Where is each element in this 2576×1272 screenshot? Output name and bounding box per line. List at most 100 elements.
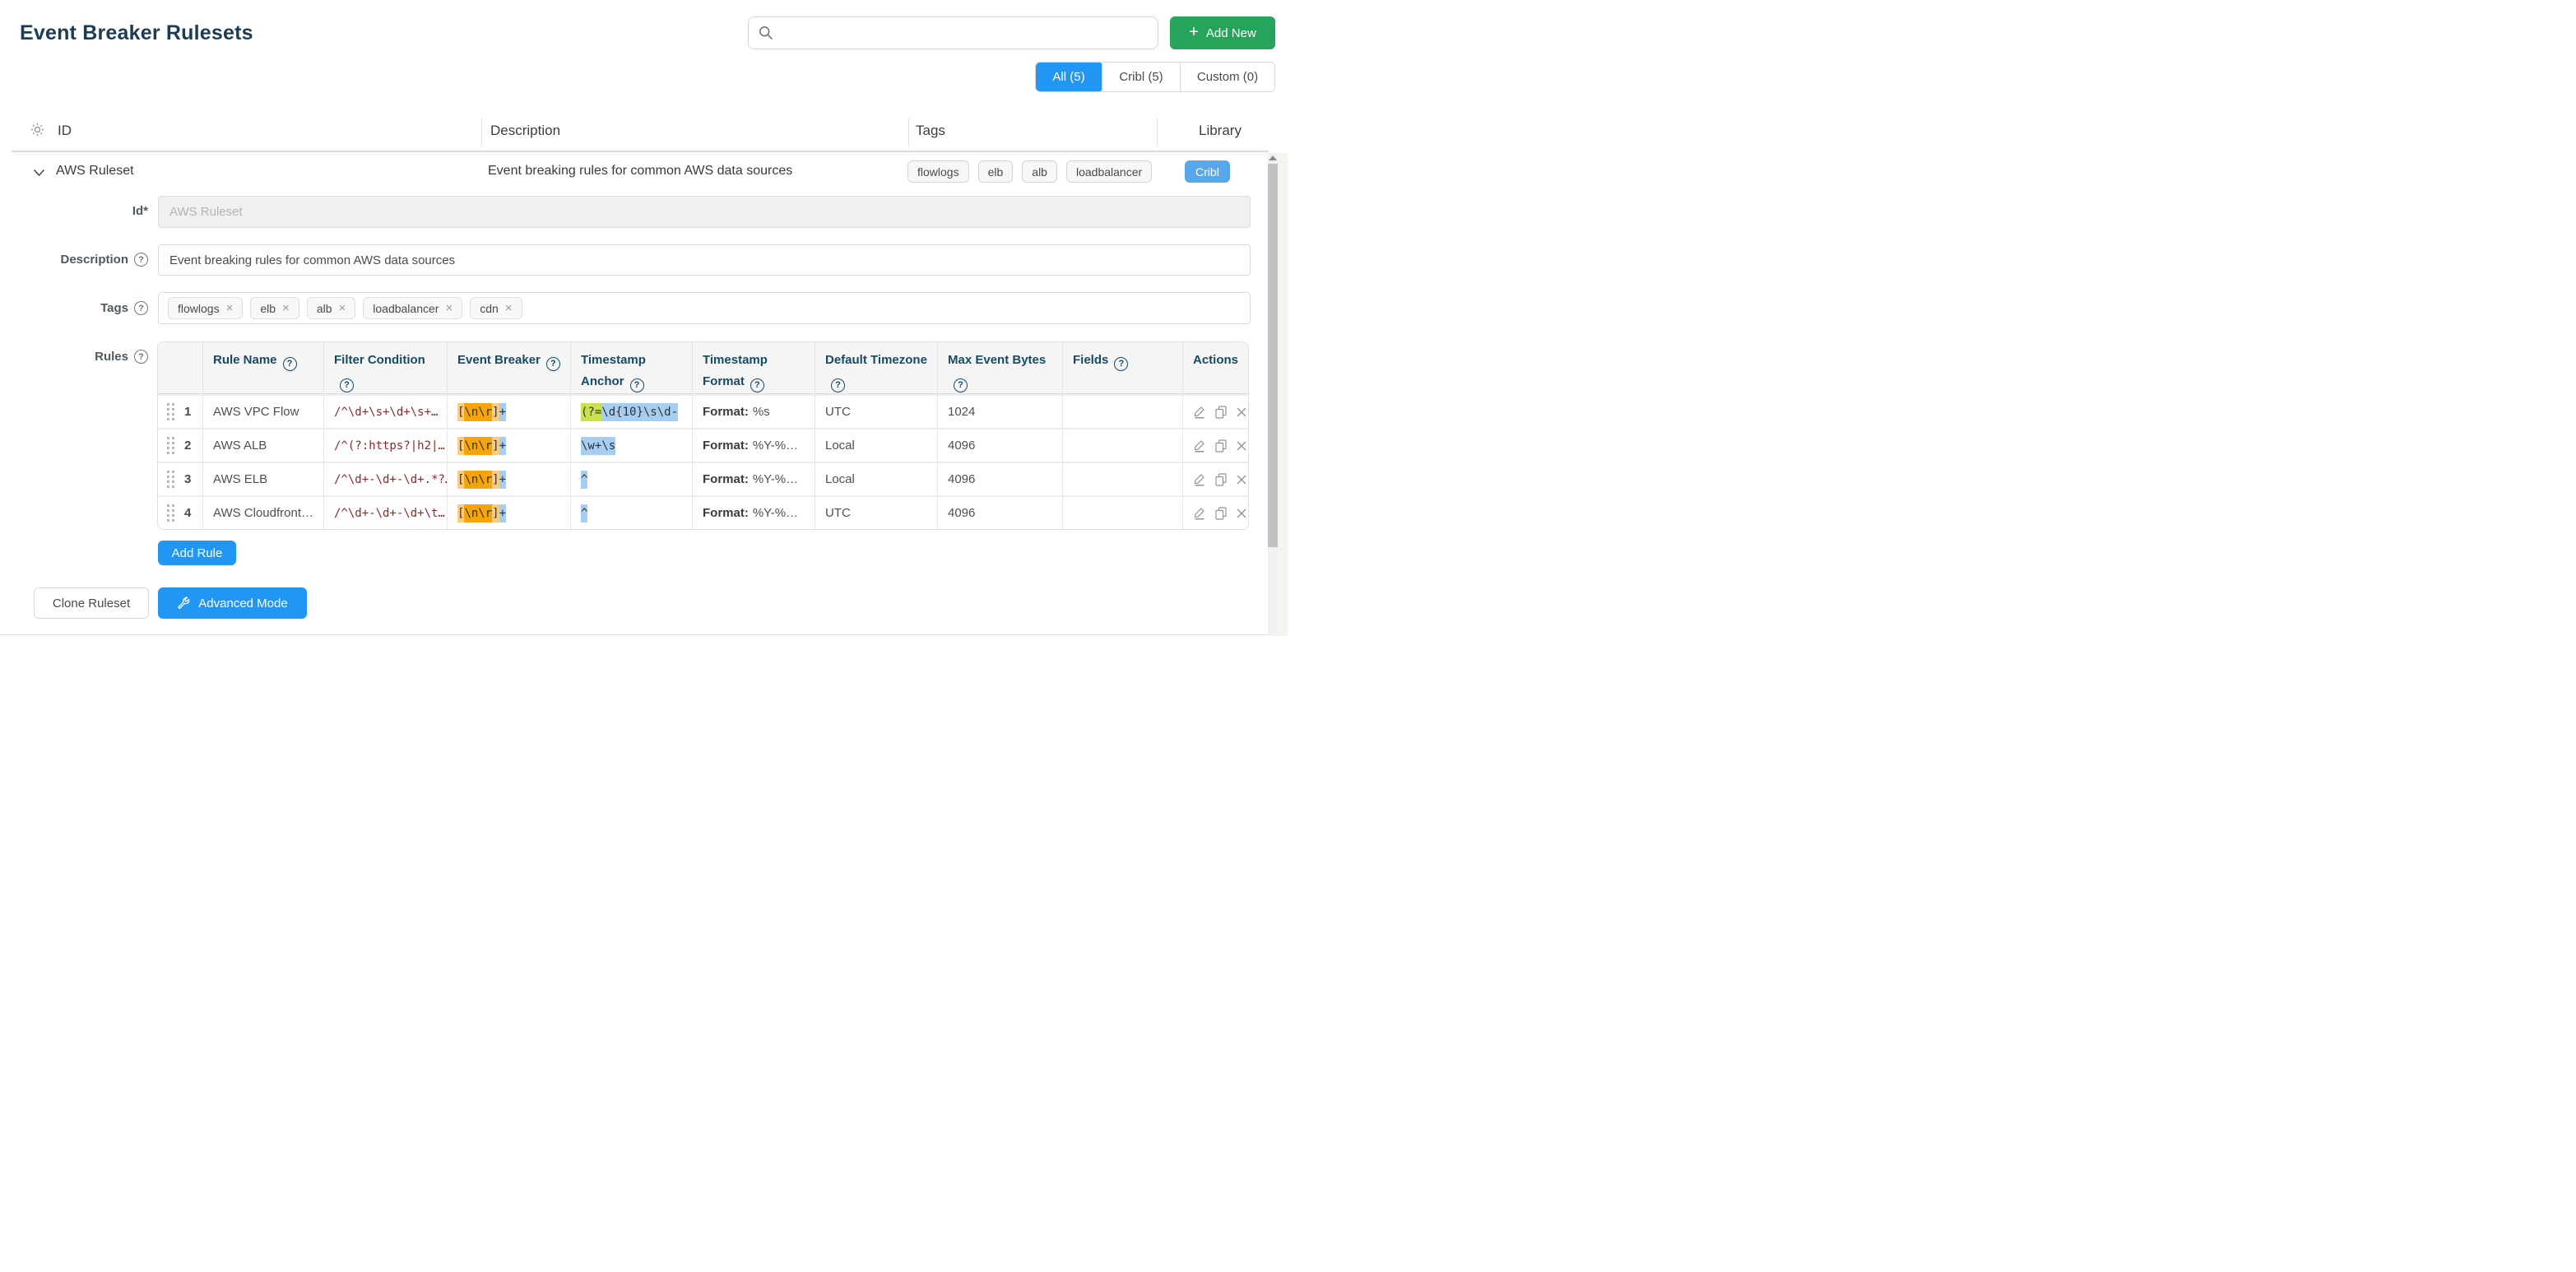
column-header-tags[interactable]: Tags — [916, 123, 945, 139]
edit-icon[interactable] — [1193, 439, 1206, 453]
copy-icon[interactable] — [1214, 507, 1228, 520]
add-new-button[interactable]: + Add New — [1170, 16, 1275, 49]
rules-table: Rule Name?Filter Condition?Event Breaker… — [157, 341, 1249, 530]
search-box[interactable] — [748, 16, 1158, 49]
regex-token: \n\r — [464, 403, 492, 421]
copy-icon[interactable] — [1214, 473, 1228, 486]
remove-tag-icon[interactable]: × — [339, 301, 346, 315]
delete-icon[interactable] — [1236, 474, 1247, 485]
id-label-row: Id* — [0, 204, 148, 218]
delete-icon[interactable] — [1236, 440, 1247, 452]
tags-label: Tags — [100, 301, 128, 315]
column-header-id[interactable]: ID — [58, 123, 72, 139]
help-icon[interactable]: ? — [546, 357, 560, 371]
rules-column-header: Actions — [1183, 342, 1248, 394]
fields-cell — [1063, 394, 1183, 428]
drag-handle-icon[interactable] — [166, 504, 175, 522]
clone-ruleset-button[interactable]: Clone Ruleset — [34, 587, 149, 619]
edit-icon[interactable] — [1193, 405, 1206, 419]
tab-all[interactable]: All (5) — [1035, 62, 1102, 92]
rule-row-number: 4 — [184, 506, 191, 520]
tag-chip: elb× — [250, 297, 299, 319]
gear-icon[interactable] — [30, 122, 45, 142]
tab-custom[interactable]: Custom (0) — [1180, 63, 1274, 91]
search-icon — [759, 26, 773, 40]
event-breaker-cell: [\n\r]+ — [448, 394, 571, 428]
description-field[interactable] — [158, 244, 1251, 276]
remove-tag-icon[interactable]: × — [445, 301, 453, 315]
rules-column-header: Timestamp Format? — [693, 342, 815, 394]
rules-label: Rules — [95, 350, 128, 364]
tag-chip: flowlogs — [907, 160, 969, 183]
tag-chip: alb — [1022, 160, 1057, 183]
default-timezone-cell: Local — [815, 428, 938, 462]
filter-condition-cell: /^\d+-\d+-\d+\t… — [324, 495, 448, 529]
column-header-description[interactable]: Description — [490, 123, 560, 139]
ruleset-description: Event breaking rules for common AWS data… — [488, 164, 792, 179]
help-icon[interactable]: ? — [630, 378, 644, 392]
rules-column-label: Rule Name — [213, 353, 277, 367]
regex-token: \w+\s — [581, 437, 615, 455]
timestamp-anchor-cell: \w+\s — [571, 428, 693, 462]
help-icon[interactable]: ? — [1114, 357, 1128, 371]
filter-regex: /^(?:https?|h2|… — [334, 439, 445, 453]
tag-label: loadbalancer — [1076, 165, 1142, 179]
event-breaker-cell: [\n\r]+ — [448, 428, 571, 462]
help-icon[interactable]: ? — [134, 301, 148, 315]
page-title: Event Breaker Rulesets — [20, 21, 253, 45]
rule-row-handle-cell: 1 — [158, 394, 203, 428]
help-icon[interactable]: ? — [340, 378, 354, 392]
id-input — [159, 197, 1250, 227]
regex-token: [ — [457, 504, 464, 522]
remove-tag-icon[interactable]: × — [226, 301, 234, 315]
help-icon[interactable]: ? — [954, 378, 968, 392]
regex-token: [ — [457, 403, 464, 421]
tag-label: alb — [317, 302, 332, 315]
tag-chip: elb — [978, 160, 1014, 183]
chevron-down-icon[interactable] — [33, 166, 45, 181]
delete-icon[interactable] — [1236, 508, 1247, 519]
rules-column-header: Event Breaker? — [448, 342, 571, 394]
regex-token: + — [499, 403, 506, 421]
drag-handle-icon[interactable] — [166, 436, 175, 455]
drag-handle-icon[interactable] — [166, 470, 175, 489]
scrollbar-thumb[interactable] — [1268, 164, 1278, 547]
description-label: Description — [60, 253, 128, 267]
delete-icon[interactable] — [1236, 406, 1247, 418]
tag-label: cdn — [480, 302, 499, 315]
description-input[interactable] — [159, 245, 1250, 275]
drag-handle-icon[interactable] — [166, 402, 175, 421]
library-filter-tabs: All (5) Cribl (5) Custom (0) — [1035, 62, 1275, 92]
add-rule-button[interactable]: Add Rule — [158, 541, 236, 565]
tags-field[interactable]: flowlogs× elb× alb × loadbalancer × cdn × — [158, 292, 1251, 324]
help-icon[interactable]: ? — [831, 378, 845, 392]
help-icon[interactable]: ? — [283, 357, 297, 371]
remove-tag-icon[interactable]: × — [282, 301, 290, 315]
rule-row-handle-cell: 3 — [158, 462, 203, 495]
advanced-mode-button[interactable]: Advanced Mode — [158, 587, 307, 619]
regex-token: + — [499, 437, 506, 455]
help-icon[interactable]: ? — [750, 378, 764, 392]
ruleset-tags: flowlogs elb alb loadbalancer — [907, 160, 1152, 183]
ruleset-id[interactable]: AWS Ruleset — [56, 164, 134, 179]
rules-column-label: Actions — [1193, 353, 1238, 367]
tag-label: loadbalancer — [373, 302, 439, 315]
search-input[interactable] — [781, 26, 1148, 40]
help-icon[interactable]: ? — [134, 350, 148, 364]
advanced-mode-label: Advanced Mode — [198, 597, 287, 610]
edit-icon[interactable] — [1193, 506, 1206, 520]
tag-chip: flowlogs× — [168, 297, 243, 319]
copy-icon[interactable] — [1214, 439, 1228, 453]
timestamp-format-cell: Format:%Y-%… — [693, 462, 815, 495]
max-event-bytes-cell: 4096 — [938, 495, 1063, 529]
remove-tag-icon[interactable]: × — [505, 301, 513, 315]
tab-cribl[interactable]: Cribl (5) — [1102, 63, 1180, 91]
edit-icon[interactable] — [1193, 472, 1206, 486]
copy-icon[interactable] — [1214, 406, 1228, 419]
help-icon[interactable]: ? — [134, 253, 148, 267]
scroll-up-arrow-icon[interactable] — [1269, 156, 1277, 160]
filter-regex: /^\d+-\d+-\d+.*?… — [334, 473, 448, 486]
rule-row-number: 3 — [184, 472, 191, 486]
column-header-library[interactable]: Library — [1199, 123, 1242, 139]
row-actions — [1193, 472, 1238, 486]
